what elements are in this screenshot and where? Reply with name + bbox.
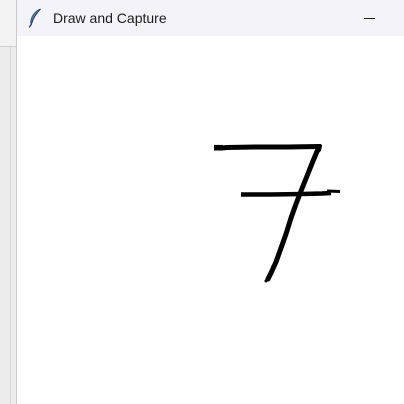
minimize-button[interactable] (356, 5, 382, 31)
drawn-stroke-crossbar (241, 190, 332, 197)
drawing-surface (214, 144, 341, 283)
background-window-edge (10, 47, 11, 404)
drawn-stroke-crossbar-end (326, 189, 341, 193)
draw-and-capture-window: Draw and Capture (16, 0, 404, 404)
background-window-toolbar (0, 0, 16, 47)
window-title: Draw and Capture (53, 10, 167, 26)
feather-icon (26, 8, 44, 28)
background-window (0, 0, 16, 404)
drawn-stroke-top-bar (214, 144, 321, 151)
minimize-icon (363, 17, 375, 19)
drawn-stroke-stem (265, 146, 321, 282)
title-bar[interactable]: Draw and Capture (17, 0, 404, 36)
desktop-screen: Draw and Capture (0, 0, 404, 404)
drawing-canvas[interactable] (17, 36, 404, 404)
